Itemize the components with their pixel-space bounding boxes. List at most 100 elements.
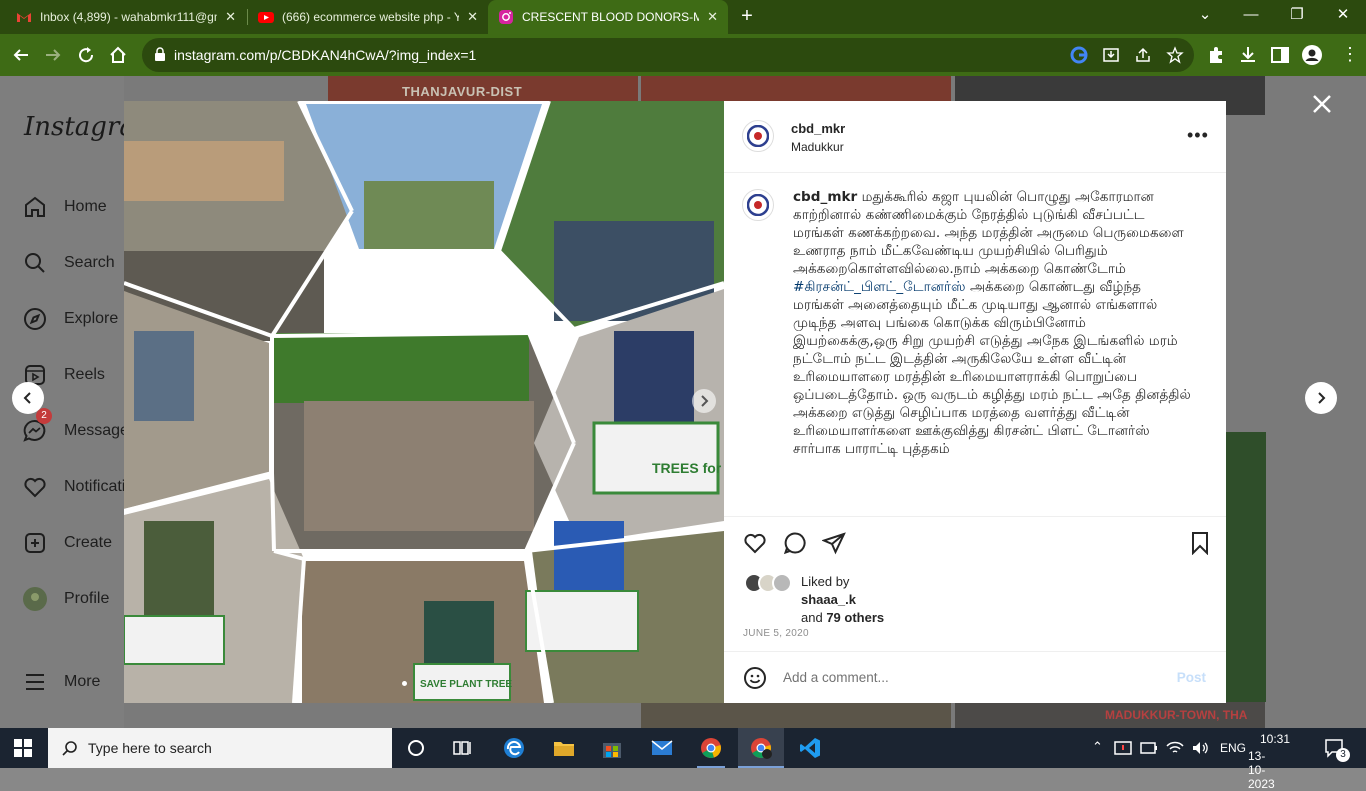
clock-time[interactable]: 10:31 [1260,732,1290,746]
next-image-button[interactable] [692,389,716,413]
close-icon[interactable]: ✕ [467,9,478,25]
nav-home[interactable]: Home [22,194,107,220]
bg-post-tile[interactable] [1226,432,1266,702]
taskbar-search[interactable]: Type here to search [48,728,392,768]
edge-icon[interactable] [500,734,528,762]
tab-bar: Inbox (4,899) - wahabmkr111@gmail.com ✕ … [0,0,1366,34]
back-button[interactable] [8,42,34,68]
nav-label: Profile [64,590,110,607]
restore-button[interactable]: ❐ [1274,0,1320,34]
vscode-icon[interactable] [796,734,824,762]
caption-scroll[interactable]: cbd_mkr மதுக்கூரில் கஜா புயலின் பொழுது அ… [724,174,1226,516]
bg-post-tile[interactable] [641,702,951,728]
post-date[interactable]: JUNE 5, 2020 [743,628,809,639]
nav-label: Home [64,198,107,215]
mail-icon[interactable] [648,734,676,762]
chrome-icon[interactable] [697,734,725,762]
security-alert-icon[interactable] [1114,740,1132,756]
banner-text: THANJAVUR-DIST [402,84,523,99]
close-icon[interactable]: ✕ [225,9,236,25]
bg-post-tile[interactable]: MADUKKUR-TOWN, THA [955,702,1265,728]
share-paper-plane-icon[interactable] [822,531,846,555]
browser-toolbar: instagram.com/p/CBDKAN4hCwA/?img_index=1… [0,34,1366,76]
liked-by-avatars[interactable] [744,573,800,595]
close-modal-icon[interactable] [1308,90,1336,118]
compass-icon [22,306,48,332]
task-view-icon[interactable] [449,734,477,762]
tab-instagram[interactable]: CRESCENT BLOOD DONORS-MADUKKUR ✕ [488,0,728,34]
google-icon[interactable] [1070,46,1088,64]
minimize-button[interactable]: — [1228,0,1274,34]
chevron-right-icon [1318,392,1326,404]
nav-label: More [64,673,101,690]
comment-icon[interactable] [783,531,807,555]
language-indicator[interactable]: ENG [1220,741,1246,755]
avatar[interactable] [742,120,774,152]
post-username[interactable]: cbd_mkr [791,121,845,136]
share-icon[interactable] [1134,46,1152,64]
bg-post-tile[interactable] [641,76,951,101]
close-icon[interactable]: ✕ [707,9,718,25]
tab-gmail[interactable]: Inbox (4,899) - wahabmkr111@gmail.com ✕ [6,0,246,34]
post-comment-button[interactable]: Post [1177,670,1206,685]
clock-date[interactable]: 13-10-2023 [1248,749,1275,791]
previous-post-button[interactable] [12,382,44,414]
post-location[interactable]: Madukkur [791,140,844,154]
cortana-icon[interactable] [402,734,430,762]
home-button[interactable] [105,42,131,68]
sign-text: SAVE PLANT TREE [420,679,512,690]
install-app-icon[interactable] [1102,46,1120,64]
crescent-logo-icon [747,194,769,216]
volume-icon[interactable] [1191,740,1209,756]
wifi-icon[interactable] [1166,740,1184,756]
comment-input[interactable]: Add a comment... [783,670,889,685]
nav-more[interactable]: More [22,669,100,695]
post-header: cbd_mkr Madukkur ••• [724,101,1226,173]
post-caption: cbd_mkr மதுக்கூரில் கஜா புயலின் பொழுது அ… [793,188,1193,458]
gmail-icon [17,13,31,22]
profile-icon[interactable] [1302,45,1322,65]
nav-explore[interactable]: Explore [22,306,118,332]
likes-others-link[interactable]: 79 others [826,610,884,625]
tab-search-chevron-icon[interactable]: ⌄ [1182,0,1228,34]
windows-taskbar: Type here to search ⌃ ENG 10:31 13-10-20… [0,728,1366,791]
extensions-icon[interactable] [1206,45,1226,65]
new-tab-button[interactable]: + [736,6,758,28]
address-bar[interactable]: instagram.com/p/CBDKAN4hCwA/?img_index=1 [142,38,1194,72]
tab-title: Inbox (4,899) - wahabmkr111@gmail.com [40,10,217,24]
bookmark-star-icon[interactable] [1166,46,1184,64]
caption-username[interactable]: cbd_mkr [793,189,857,205]
next-post-button[interactable] [1305,382,1337,414]
messages-badge: 2 [36,408,52,424]
nav-create[interactable]: Create [22,530,112,556]
search-icon [62,741,77,756]
save-bookmark-icon[interactable] [1188,531,1212,555]
battery-icon[interactable] [1140,741,1158,755]
downloads-icon[interactable] [1238,45,1258,65]
store-icon[interactable] [598,734,626,762]
reload-button[interactable] [73,42,99,68]
file-explorer-icon[interactable] [550,734,578,762]
side-panel-icon[interactable] [1270,45,1290,65]
nav-search[interactable]: Search [22,250,115,276]
others-prefix: and [801,610,827,625]
like-heart-icon[interactable] [743,531,767,555]
emoji-icon[interactable] [743,666,767,690]
avatar[interactable] [742,189,774,221]
windows-start-icon[interactable] [14,739,32,757]
post-image[interactable]: TREES for the FUTURE SAVE PLANT TREE [124,101,724,703]
more-options-icon[interactable]: ••• [1187,125,1209,146]
bg-post-tile[interactable]: THANJAVUR-DIST [328,76,638,101]
tab-youtube[interactable]: (666) ecommerce website php - YouTube ✕ [248,0,488,34]
liked-by-user[interactable]: shaaa_.k [801,591,884,609]
caption-hashtag[interactable]: #கிரசன்ட்_பிளட்_டோனர்ஸ் [793,279,966,295]
menu-dots-icon[interactable]: ⋮ [1340,45,1360,65]
forward-button[interactable] [40,42,66,68]
post-details-panel: cbd_mkr Madukkur ••• cbd_mkr மதுக்கூரில்… [724,101,1226,703]
nav-profile[interactable]: Profile [22,586,109,612]
chrome-profile-icon[interactable] [747,734,775,762]
nav-messages[interactable]: Messages 2 [22,408,137,444]
close-window-button[interactable]: ✕ [1320,0,1366,34]
chevron-up-icon[interactable]: ⌃ [1092,739,1103,755]
plus-square-icon [22,530,48,556]
